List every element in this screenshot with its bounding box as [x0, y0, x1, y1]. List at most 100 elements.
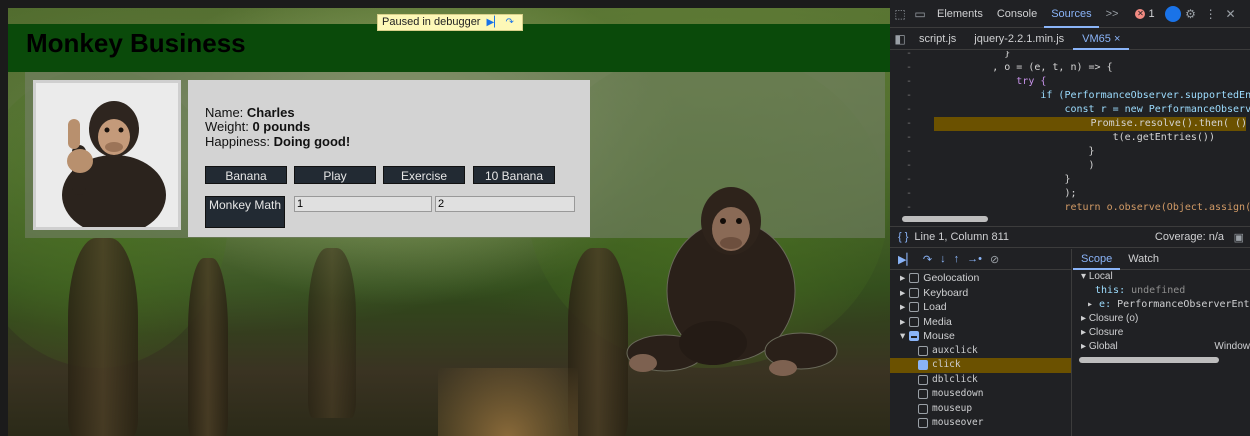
- step-over-icon[interactable]: ↷: [505, 17, 518, 28]
- checkbox[interactable]: [909, 316, 920, 327]
- pretty-print-icon[interactable]: { }: [890, 231, 914, 243]
- checkbox[interactable]: [918, 418, 928, 429]
- listener-group-keyboard[interactable]: ▸ Keyboard: [890, 286, 1071, 301]
- inspect-element-icon[interactable]: ⬚: [890, 0, 910, 28]
- resume-icon[interactable]: ▶▏: [898, 253, 915, 266]
- code-text: }: [932, 51, 1011, 59]
- line-gutter: -: [905, 132, 913, 143]
- scope-scrollbar-thumb[interactable]: [1079, 357, 1219, 363]
- resume-icon[interactable]: ▶▏: [486, 17, 501, 28]
- code-horizontal-scrollbar[interactable]: [890, 213, 1250, 225]
- checkbox[interactable]: [918, 403, 928, 414]
- code-text: t(e.getEntries()): [932, 132, 1215, 143]
- listener-item-dblclick[interactable]: dblclick: [890, 373, 1071, 388]
- listener-group-media[interactable]: ▸ Media: [890, 315, 1071, 330]
- line-gutter: -: [905, 90, 913, 101]
- monkey-photo: [33, 80, 181, 230]
- checkbox[interactable]: [909, 302, 920, 313]
- line-gutter: -: [905, 118, 913, 129]
- scope-global-label: Global: [1088, 341, 1118, 352]
- line-gutter: -: [905, 188, 913, 199]
- code-editor[interactable]: - } - , o = (e, t, n) => { - try { - if …: [890, 51, 1250, 213]
- checkbox[interactable]: [909, 331, 920, 342]
- chevron-right-icon[interactable]: ▸: [900, 315, 905, 330]
- line-gutter: -: [905, 146, 913, 157]
- device-toolbar-icon[interactable]: ▭: [910, 0, 930, 28]
- scope-local-label: Local: [1088, 271, 1113, 282]
- line-gutter: -: [905, 62, 913, 73]
- listener-item-click[interactable]: click: [890, 358, 1071, 373]
- listener-label: Media: [923, 315, 952, 328]
- checkbox[interactable]: [918, 389, 928, 400]
- monkey-math-button[interactable]: Monkey Math: [205, 196, 285, 228]
- step-over-icon[interactable]: ↷: [923, 253, 932, 266]
- step-icon[interactable]: →•: [967, 253, 982, 265]
- math-input-a[interactable]: [294, 196, 432, 212]
- scope-e[interactable]: ▸ e: PerformanceObserverEntryL: [1073, 298, 1250, 312]
- checkbox[interactable]: [918, 360, 928, 371]
- scope-closure-o-label: Closure (o): [1088, 313, 1139, 324]
- code-text: if (PerformanceObserver.supportedEntryTy…: [1040, 90, 1250, 101]
- name-value: Charles: [246, 105, 295, 120]
- scope-closure[interactable]: ▸ Closure: [1073, 326, 1250, 340]
- banana-button[interactable]: Banana: [205, 166, 287, 184]
- file-tab-vm65[interactable]: VM65 ×: [1073, 28, 1130, 50]
- file-tab-script[interactable]: script.js: [910, 28, 965, 50]
- tab-console[interactable]: Console: [990, 0, 1044, 28]
- file-tab-jquery[interactable]: jquery-2.2.1.min.js: [965, 28, 1073, 50]
- file-tab-vm65-label: VM65: [1082, 32, 1111, 45]
- chevron-right-icon[interactable]: ▸: [900, 271, 905, 286]
- code-line: - }: [890, 51, 1246, 61]
- step-out-icon[interactable]: ↑: [954, 253, 960, 265]
- tab-watch[interactable]: Watch: [1120, 249, 1167, 270]
- chevron-right-icon[interactable]: ▸: [900, 286, 905, 301]
- scope-this[interactable]: this: undefined: [1073, 284, 1250, 298]
- listener-item-mouseup[interactable]: mouseup: [890, 402, 1071, 417]
- settings-gear-icon[interactable]: ⚙: [1181, 0, 1201, 28]
- coverage-status: Coverage: n/a: [1154, 231, 1224, 243]
- checkbox[interactable]: [909, 273, 920, 284]
- chimp-thumbs-up-image: [36, 83, 178, 227]
- scope-local[interactable]: ▾ Local: [1073, 270, 1250, 284]
- sync-icon[interactable]: [1164, 5, 1181, 22]
- scrollbar-thumb[interactable]: [902, 216, 988, 222]
- error-badge[interactable]: ✕ 1: [1135, 8, 1155, 20]
- code-text: }: [932, 146, 1095, 157]
- scope-global[interactable]: ▸ Global Window: [1073, 340, 1250, 354]
- tab-elements[interactable]: Elements: [930, 0, 990, 28]
- weight-value: 0 pounds: [252, 119, 311, 134]
- tab-sources[interactable]: Sources: [1044, 0, 1099, 28]
- code-line: - }: [890, 145, 1246, 159]
- listener-label: mouseover: [932, 417, 984, 428]
- checkbox[interactable]: [918, 345, 928, 356]
- listener-item-mouseover[interactable]: mouseover: [890, 416, 1071, 431]
- exercise-button[interactable]: Exercise: [383, 166, 465, 184]
- toggle-drawer-icon[interactable]: ▣: [1234, 231, 1244, 244]
- web-page: Monkey Business Name: Charles Weight: 0 …: [8, 8, 890, 436]
- listener-group-geolocation[interactable]: ▸ Geolocation: [890, 271, 1071, 286]
- scope-global-value: Window: [1214, 341, 1250, 352]
- line-gutter: -: [905, 76, 913, 87]
- ten-banana-button[interactable]: 10 Banana: [473, 166, 555, 184]
- close-icon[interactable]: ✕: [1221, 0, 1241, 28]
- toggle-navigator-icon[interactable]: ◧: [890, 28, 910, 50]
- listener-group-mouse[interactable]: ▾ Mouse: [890, 329, 1071, 344]
- checkbox[interactable]: [909, 287, 920, 298]
- step-into-icon[interactable]: ↓: [940, 253, 946, 265]
- chevron-right-icon[interactable]: ▸: [900, 300, 905, 315]
- more-tabs-chevron[interactable]: >>: [1099, 0, 1126, 28]
- deactivate-breakpoints-icon[interactable]: ⊘: [990, 253, 999, 266]
- listener-group-load[interactable]: ▸ Load: [890, 300, 1071, 315]
- close-tab-icon[interactable]: ×: [1114, 33, 1120, 45]
- checkbox[interactable]: [918, 374, 928, 385]
- listener-label: Mouse: [923, 330, 955, 342]
- math-input-b[interactable]: [435, 196, 575, 212]
- listener-item-mousedown[interactable]: mousedown: [890, 387, 1071, 402]
- tab-scope[interactable]: Scope: [1073, 249, 1121, 270]
- scope-this-value: undefined: [1131, 285, 1186, 296]
- scope-closure-o[interactable]: ▸ Closure (o): [1073, 312, 1250, 326]
- play-button[interactable]: Play: [294, 166, 376, 184]
- listener-item-auxclick[interactable]: auxclick: [890, 344, 1071, 359]
- chevron-down-icon[interactable]: ▾: [900, 329, 905, 344]
- kebab-menu-icon[interactable]: ⋮: [1201, 0, 1221, 28]
